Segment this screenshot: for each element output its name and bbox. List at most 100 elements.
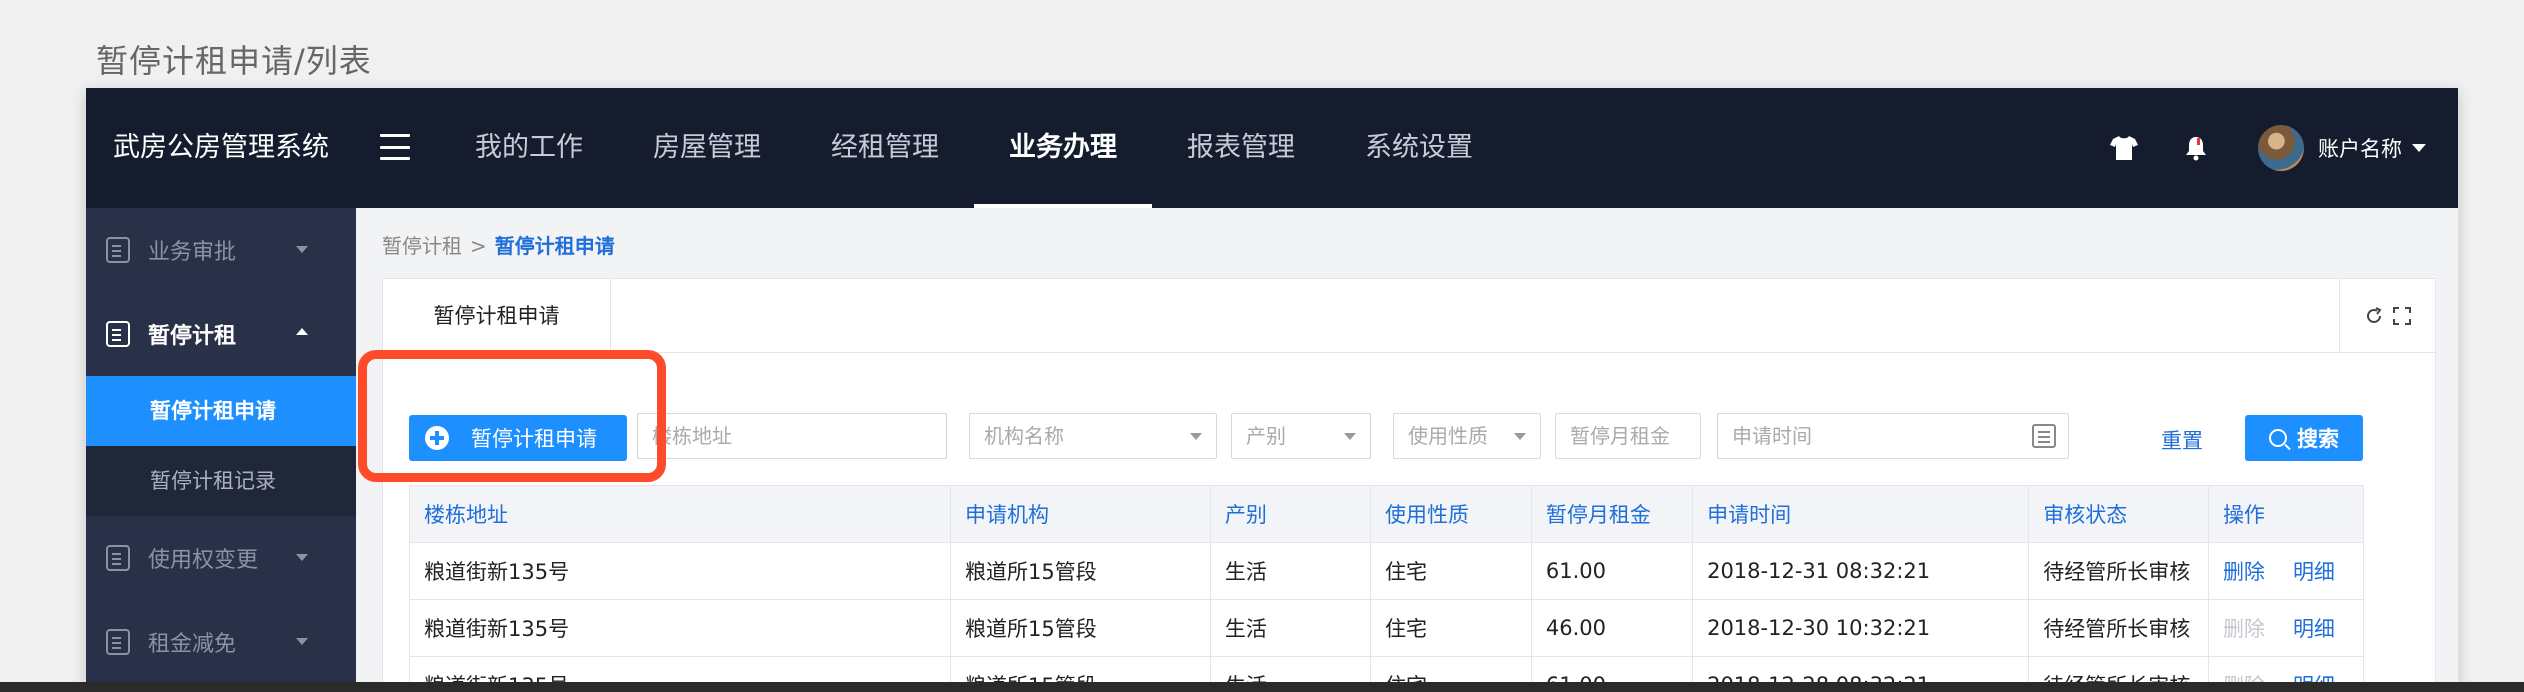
document-icon	[106, 321, 130, 347]
nav-item-business[interactable]: 业务办理	[974, 88, 1152, 208]
usage-select[interactable]: 使用性质	[1393, 413, 1541, 459]
chevron-down-icon	[296, 554, 308, 561]
rent-field[interactable]	[1555, 413, 1701, 459]
bell-icon[interactable]	[2184, 135, 2208, 161]
chevron-down-icon	[1514, 433, 1526, 440]
menu-icon[interactable]	[380, 134, 410, 160]
category-select[interactable]: 产别	[1231, 413, 1371, 459]
refresh-icon[interactable]	[2364, 306, 2384, 326]
cell-actions: 删除 明细	[2207, 542, 2365, 600]
usage-select-placeholder: 使用性质	[1408, 424, 1488, 448]
cell-time: 2018-12-31 08:32:21	[1692, 542, 2030, 600]
app-brand: 武房公房管理系统	[113, 132, 329, 163]
document-icon	[106, 237, 130, 263]
breadcrumb: 暂停计租 > 暂停计租申请	[382, 230, 615, 259]
cell-rent: 46.00	[1530, 599, 1694, 657]
column-header-actions: 操作	[2207, 485, 2365, 543]
document-icon	[106, 629, 130, 655]
search-button[interactable]: 搜索	[2245, 415, 2363, 461]
search-icon	[2269, 429, 2287, 447]
column-header-address: 楼栋地址	[409, 485, 951, 543]
sidebar-group-label: 租金减免	[148, 632, 237, 657]
table-row: 粮道街新135号 粮道所15管段 生活 住宅 61.00 2018-12-31 …	[409, 542, 2365, 600]
sidebar: 业务审批 暂停计租 暂停计租申请 暂停计租记录 使用权变更 租金减免	[86, 208, 356, 692]
breadcrumb-separator: >	[470, 234, 487, 258]
cell-org: 粮道所15管段	[949, 599, 1211, 657]
apply-suspend-label: 暂停计租申请	[471, 427, 597, 451]
shirt-icon[interactable]	[2110, 135, 2138, 161]
tab-suspend-apply[interactable]: 暂停计租申请	[383, 279, 611, 353]
sidebar-item-suspend-records[interactable]: 暂停计租记录	[86, 446, 356, 516]
content-panel: 暂停计租申请 暂停计租申请 机构名称	[382, 278, 2436, 692]
cell-org: 粮道所15管段	[949, 542, 1211, 600]
sidebar-group-label: 业务审批	[148, 240, 237, 265]
chevron-up-icon	[296, 328, 308, 335]
nav-item-my-work[interactable]: 我的工作	[440, 88, 618, 208]
cell-usage: 住宅	[1369, 542, 1532, 600]
search-label: 搜索	[2297, 427, 2339, 451]
tab-bar: 暂停计租申请	[383, 279, 2435, 353]
address-field[interactable]	[637, 413, 947, 459]
account-name[interactable]: 账户名称	[2318, 133, 2402, 163]
chevron-down-icon[interactable]	[2412, 144, 2426, 152]
delete-link-disabled: 删除	[2222, 617, 2265, 641]
avatar[interactable]	[2258, 125, 2304, 171]
column-header-category: 产别	[1209, 485, 1371, 543]
nav-item-leasing[interactable]: 经租管理	[796, 88, 974, 208]
breadcrumb-current: 暂停计租申请	[494, 234, 615, 258]
sidebar-group-business-approval[interactable]: 业务审批	[86, 208, 356, 292]
chevron-down-icon	[296, 638, 308, 645]
column-header-rent: 暂停月租金	[1530, 485, 1694, 543]
plus-circle-icon	[425, 426, 449, 450]
address-input[interactable]	[652, 414, 946, 458]
detail-link[interactable]: 明细	[2293, 560, 2335, 584]
cell-actions: 删除 明细	[2207, 599, 2365, 657]
table-header-row: 楼栋地址 申请机构 产别 使用性质 暂停月租金 申请时间 审核状态 操作	[409, 485, 2365, 543]
main-nav: 我的工作 房屋管理 经租管理 业务办理 报表管理 系统设置	[440, 88, 1508, 208]
cell-address: 粮道街新135号	[409, 599, 951, 657]
category-select-placeholder: 产别	[1246, 424, 1286, 448]
sidebar-item-suspend-apply[interactable]: 暂停计租申请	[86, 376, 356, 446]
reset-button[interactable]: 重置	[2161, 425, 2203, 455]
bottom-edge-strip	[0, 682, 2524, 692]
nav-item-housing[interactable]: 房屋管理	[618, 88, 796, 208]
org-select-placeholder: 机构名称	[984, 424, 1064, 448]
app-window: 武房公房管理系统 我的工作 房屋管理 经租管理 业务办理 报表管理 系统设置 账…	[86, 88, 2458, 692]
sidebar-group-suspend-rent[interactable]: 暂停计租	[86, 292, 356, 376]
breadcrumb-parent[interactable]: 暂停计租	[382, 234, 462, 258]
column-header-usage: 使用性质	[1369, 485, 1532, 543]
column-header-org: 申请机构	[949, 485, 1211, 543]
cell-address: 粮道街新135号	[409, 542, 951, 600]
detail-link[interactable]: 明细	[2293, 617, 2335, 641]
nav-item-settings[interactable]: 系统设置	[1330, 88, 1508, 208]
sidebar-group-rent-relief[interactable]: 租金减免	[86, 600, 356, 684]
chevron-down-icon	[1344, 433, 1356, 440]
fullscreen-icon[interactable]	[2392, 306, 2412, 326]
date-field[interactable]: 申请时间	[1717, 413, 2069, 459]
results-table: 楼栋地址 申请机构 产别 使用性质 暂停月租金 申请时间 审核状态 操作 粮道街…	[409, 485, 2365, 692]
column-header-time: 申请时间	[1692, 485, 2030, 543]
cell-status: 待经管所长审核	[2028, 542, 2209, 600]
calendar-icon[interactable]	[2032, 424, 2056, 448]
page-caption: 暂停计租申请/列表	[96, 42, 372, 80]
sidebar-group-usage-change[interactable]: 使用权变更	[86, 516, 356, 600]
nav-item-reports[interactable]: 报表管理	[1152, 88, 1330, 208]
cell-rent: 61.00	[1530, 542, 1694, 600]
cell-usage: 住宅	[1369, 599, 1532, 657]
document-icon	[106, 545, 130, 571]
rent-input[interactable]	[1570, 414, 1700, 458]
chevron-down-icon	[296, 246, 308, 253]
top-navigation-bar: 武房公房管理系统 我的工作 房屋管理 经租管理 业务办理 报表管理 系统设置 账…	[86, 88, 2458, 208]
org-select[interactable]: 机构名称	[969, 413, 1217, 459]
cell-time: 2018-12-30 10:32:21	[1692, 599, 2030, 657]
sidebar-group-label: 暂停计租	[148, 324, 237, 349]
tab-tools	[2339, 279, 2435, 353]
sidebar-group-label: 使用权变更	[148, 548, 259, 573]
cell-category: 生活	[1209, 542, 1371, 600]
chevron-down-icon	[1190, 433, 1202, 440]
cell-status: 待经管所长审核	[2028, 599, 2209, 657]
apply-suspend-button[interactable]: 暂停计租申请	[409, 415, 627, 461]
filter-bar: 暂停计租申请 机构名称 产别 使用性质	[409, 407, 2409, 461]
delete-link[interactable]: 删除	[2223, 560, 2265, 584]
main-content: 暂停计租 > 暂停计租申请 暂停计租申请 暂停计租申请 机构名称	[356, 208, 2458, 692]
